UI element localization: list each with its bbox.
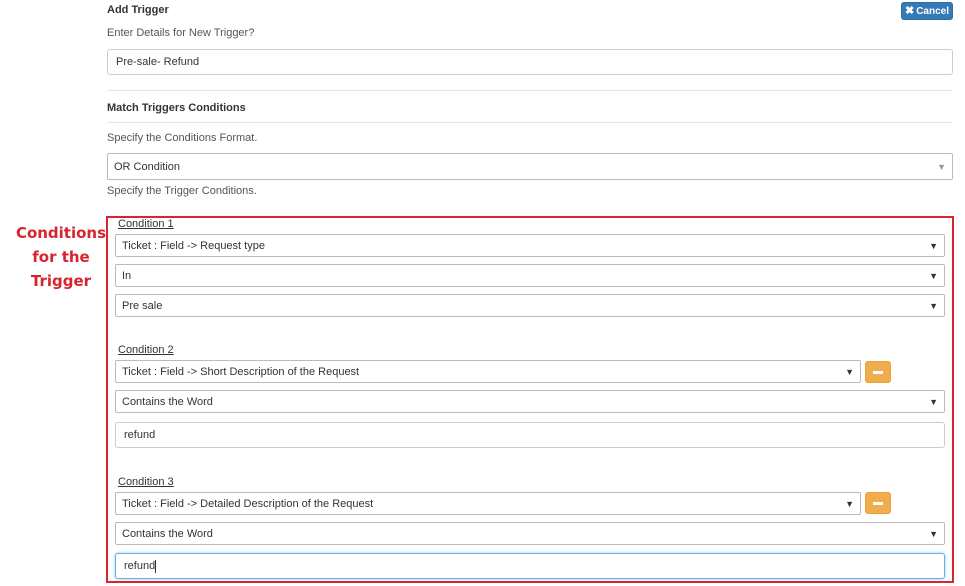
cancel-label: Cancel	[916, 5, 949, 17]
conditions-annotation: Conditions for the Trigger	[15, 221, 107, 293]
condition-1-value-select[interactable]: Pre sale ▼	[115, 294, 945, 317]
format-prompt: Specify the Conditions Format.	[107, 132, 258, 144]
text-cursor	[155, 559, 157, 573]
condition-3-field-select[interactable]: Ticket : Field -> Detailed Description o…	[115, 492, 861, 515]
chevron-down-icon: ▼	[937, 161, 946, 172]
cancel-button[interactable]: ✖ Cancel	[901, 2, 953, 20]
annotation-line: Conditions	[15, 224, 107, 242]
condition-1-field-select[interactable]: Ticket : Field -> Request type ▼	[115, 234, 945, 257]
trigger-name-input[interactable]: Pre-sale- Refund	[107, 49, 953, 75]
condition-1-field-value: Ticket : Field -> Request type	[122, 239, 265, 252]
condition-2-operator-select[interactable]: Contains the Word ▼	[115, 390, 945, 413]
details-prompt: Enter Details for New Trigger?	[107, 27, 255, 39]
conditions-format-select[interactable]: OR Condition ▼	[107, 153, 953, 180]
annotation-line: Trigger	[30, 272, 92, 290]
condition-3-label: Condition 3	[118, 476, 174, 488]
remove-condition-3-button[interactable]	[865, 492, 891, 514]
divider	[107, 122, 953, 123]
condition-1-operator-select[interactable]: In ▼	[115, 264, 945, 287]
condition-1-value: Pre sale	[122, 299, 163, 312]
condition-2-value-input[interactable]: refund	[115, 422, 945, 448]
minus-icon	[873, 370, 883, 374]
chevron-down-icon: ▼	[929, 240, 938, 251]
minus-icon	[873, 501, 883, 505]
condition-2-label: Condition 2	[118, 344, 174, 356]
condition-3-field-value: Ticket : Field -> Detailed Description o…	[122, 497, 374, 510]
match-conditions-heading: Match Triggers Conditions	[107, 102, 246, 114]
close-icon: ✖	[904, 4, 915, 17]
chevron-down-icon: ▼	[929, 528, 938, 539]
condition-3-value-input[interactable]: refund	[115, 553, 945, 579]
page-title: Add Trigger	[107, 4, 169, 16]
condition-1-operator-value: In	[122, 269, 132, 282]
conditions-format-value: OR Condition	[114, 160, 181, 173]
conditions-prompt: Specify the Trigger Conditions.	[107, 185, 257, 197]
condition-1-label: Condition 1	[118, 218, 174, 230]
chevron-down-icon: ▼	[845, 366, 854, 377]
condition-3-operator-value: Contains the Word	[122, 527, 213, 540]
remove-condition-2-button[interactable]	[865, 361, 891, 383]
annotation-line: for the	[32, 248, 90, 266]
condition-3-value-text: refund	[124, 560, 156, 572]
condition-2-field-select[interactable]: Ticket : Field -> Short Description of t…	[115, 360, 861, 383]
chevron-down-icon: ▼	[929, 300, 938, 311]
chevron-down-icon: ▼	[845, 498, 854, 509]
chevron-down-icon: ▼	[929, 396, 938, 407]
condition-3-operator-select[interactable]: Contains the Word ▼	[115, 522, 945, 545]
chevron-down-icon: ▼	[929, 270, 938, 281]
condition-2-operator-value: Contains the Word	[122, 395, 213, 408]
condition-2-field-value: Ticket : Field -> Short Description of t…	[122, 365, 360, 378]
divider	[107, 90, 953, 91]
